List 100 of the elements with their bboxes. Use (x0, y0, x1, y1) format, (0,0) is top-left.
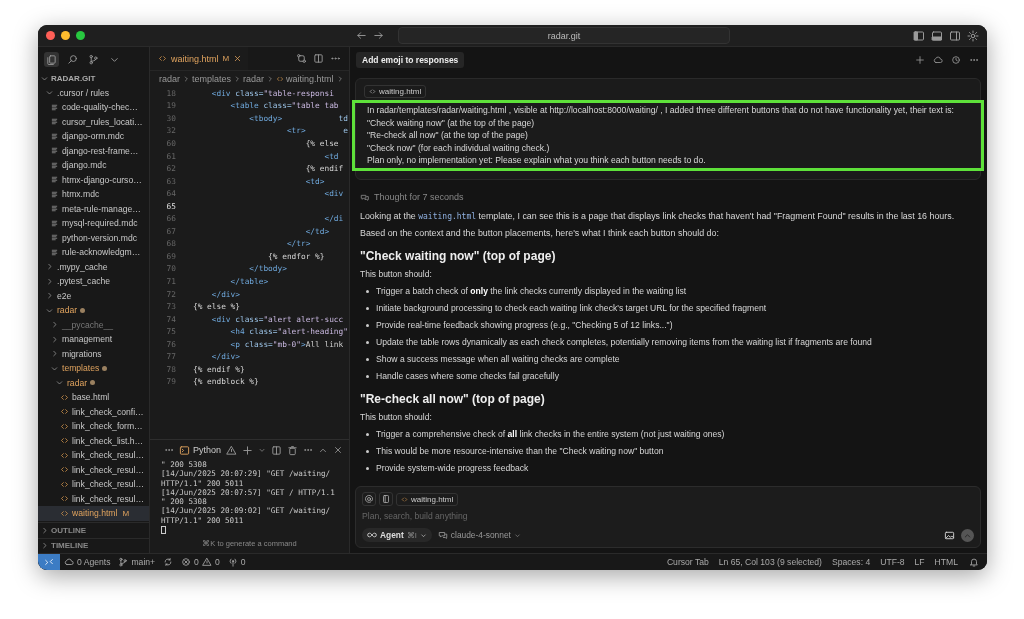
section-heading: "Re-check all now" (top of page) (360, 390, 546, 407)
tree-item[interactable]: radar (38, 303, 149, 318)
maximize-window-button[interactable] (76, 31, 85, 40)
branch-status[interactable]: main+ (114, 554, 160, 570)
thought-label[interactable]: Thought for 7 seconds (374, 191, 464, 202)
chat-tab[interactable]: Add emoji to responses (356, 51, 465, 68)
status-item[interactable]: Ln 65, Col 103 (9 selected) (713, 554, 827, 570)
compare-changes-icon[interactable] (296, 53, 307, 64)
mention-icon[interactable] (364, 494, 374, 504)
tree-item[interactable]: waiting.html M (38, 506, 149, 521)
tree-item[interactable]: django-rest-frame… (38, 143, 149, 158)
agents-status[interactable]: 0 Agents (60, 554, 115, 570)
book-icon[interactable] (381, 494, 391, 504)
tree-item[interactable]: .pytest_cache (38, 274, 149, 289)
tree-item[interactable]: templates (38, 361, 149, 376)
bullet-dot (366, 449, 369, 453)
close-icon[interactable] (233, 54, 243, 63)
settings-icon[interactable] (967, 29, 979, 42)
breadcrumb[interactable]: radar (243, 74, 265, 84)
tree-item[interactable]: base.html (38, 390, 149, 405)
code-file-icon (60, 450, 69, 460)
minimize-window-button[interactable] (61, 31, 70, 40)
file-chip[interactable]: waiting.html (364, 85, 427, 98)
bullet-dot (366, 306, 369, 310)
document-lines-icon (50, 218, 59, 228)
terminal-cursor (161, 526, 166, 535)
tree-item[interactable]: .cursor / rules (38, 85, 149, 100)
bullet-dot (366, 432, 369, 436)
tree-item[interactable]: migrations (38, 346, 149, 361)
panel-toggle-icon[interactable] (931, 29, 943, 42)
breadcrumb[interactable]: radar (159, 74, 180, 84)
status-item[interactable]: LF (909, 554, 930, 570)
back-arrow-icon[interactable] (356, 30, 367, 41)
tree-item[interactable]: .mypy_cache (38, 259, 149, 274)
problems-status[interactable]: 0 0 (177, 554, 224, 570)
tree-item[interactable]: link_check_form… (38, 419, 149, 434)
section-header[interactable]: OUTLINE (38, 522, 149, 538)
tree-item[interactable]: __pycache__ (38, 317, 149, 332)
bullet-dot (366, 466, 369, 470)
new-chat-icon[interactable] (915, 54, 925, 65)
tree-item[interactable]: management (38, 332, 149, 347)
tree-item[interactable]: django.mdc (38, 158, 149, 173)
close-icon[interactable] (333, 445, 344, 455)
model-selector[interactable]: claude-4-sonnet (437, 530, 521, 540)
status-item[interactable]: HTML (929, 554, 963, 570)
status-item[interactable]: UTF-8 (875, 554, 910, 570)
chevron-icon (233, 75, 242, 83)
tree-item[interactable]: cursor_rules_locati… (38, 114, 149, 129)
tree-item[interactable]: link_check_resul… (38, 462, 149, 477)
git-status-letter: M (222, 54, 230, 63)
secondary-sidebar-icon[interactable] (949, 29, 961, 42)
breadcrumb[interactable]: waiting.html (286, 74, 334, 84)
window-title[interactable]: radar.git (398, 27, 730, 44)
tree-item[interactable]: link_check_confi… (38, 404, 149, 419)
tree-item[interactable]: link_check_list.h… (38, 433, 149, 448)
tree-item[interactable]: link_check_resul… (38, 491, 149, 506)
tree-item[interactable]: link_check_resul… (38, 448, 149, 463)
status-item[interactable]: Cursor Tab (661, 554, 714, 570)
tree-item[interactable]: htmx.mdc (38, 187, 149, 202)
list-item-text: Initiate background processing to check each waiting link check's target URL for the specified fragment (376, 303, 767, 314)
terminal-tab[interactable]: Python (179, 444, 222, 456)
close-window-button[interactable] (46, 31, 55, 40)
sync-icon[interactable] (163, 557, 174, 567)
document-lines-icon (50, 189, 59, 199)
tree-item[interactable]: meta-rule-manage… (38, 201, 149, 216)
tree-item[interactable]: radar (38, 375, 149, 390)
tree-item[interactable]: django-orm.mdc (38, 129, 149, 144)
forward-arrow-icon[interactable] (373, 30, 384, 41)
breadcrumb[interactable]: templates (192, 74, 232, 84)
paragraph-text: This button should: (360, 267, 433, 281)
tree-item[interactable]: link_check_resul… (38, 477, 149, 492)
activity-tab[interactable] (44, 51, 59, 67)
tree-item[interactable]: rule-acknowledgm… (38, 245, 149, 260)
trash-icon[interactable] (287, 444, 299, 456)
sidebar-toggle-icon[interactable] (913, 29, 925, 42)
tree-item[interactable]: code-quality-chec… (38, 100, 149, 115)
notifications-icon[interactable] (969, 557, 979, 567)
list-item-text: Show a success message when all waiting checks are complete (376, 354, 620, 365)
status-item[interactable]: Spaces: 4 (827, 554, 876, 570)
add-terminal-icon[interactable] (242, 444, 254, 456)
tree-item[interactable]: e2e (38, 288, 149, 303)
file-chip[interactable]: waiting.html (396, 492, 459, 506)
tree-item[interactable]: python-version.mdc (38, 230, 149, 245)
bullet-dot (366, 374, 369, 378)
history-icon[interactable] (951, 54, 961, 65)
image-icon[interactable] (944, 529, 955, 541)
cloud-icon[interactable] (933, 54, 943, 65)
error-icon (181, 557, 192, 567)
tree-item[interactable]: htmx-django-curso… (38, 172, 149, 187)
tree-item[interactable]: mysql-required.mdc (38, 216, 149, 231)
warning-icon (226, 444, 238, 456)
document-lines-icon (50, 247, 59, 257)
code-file-icon (60, 494, 69, 504)
remote-button[interactable] (38, 554, 60, 570)
split-terminal-icon[interactable] (271, 444, 283, 456)
split-editor-icon[interactable] (313, 53, 324, 64)
code-file-icon (401, 495, 408, 503)
explorer-header[interactable]: RADAR.GIT (38, 71, 149, 86)
ports-status[interactable]: 0 (223, 554, 250, 570)
code-file-icon (60, 421, 69, 431)
